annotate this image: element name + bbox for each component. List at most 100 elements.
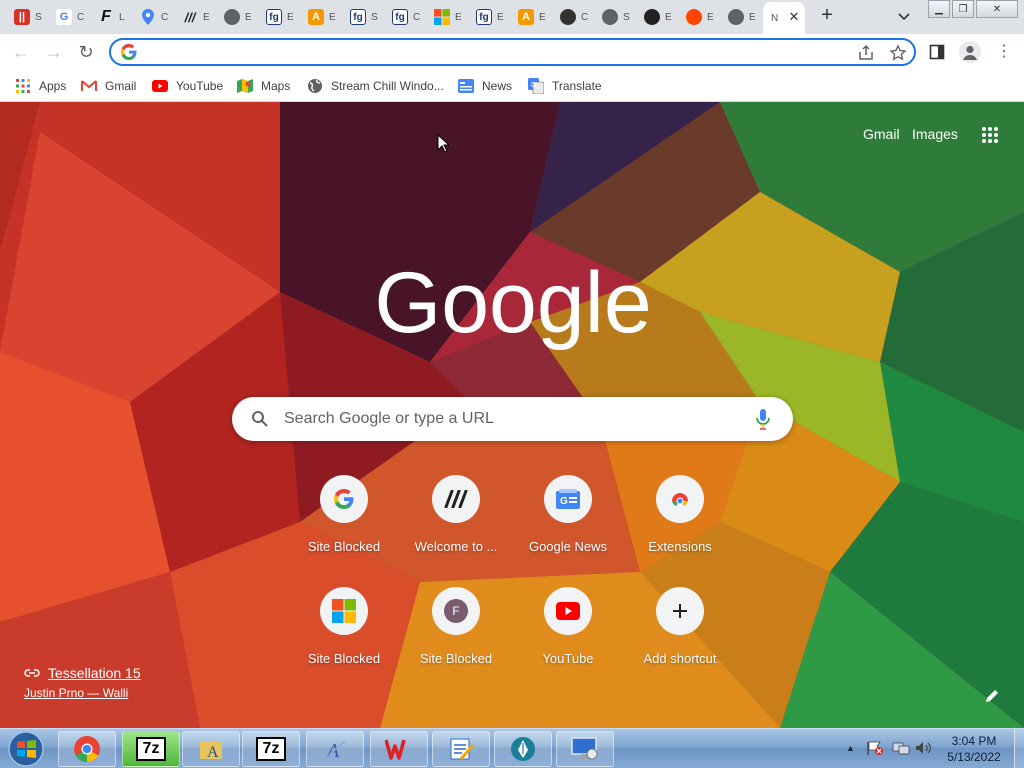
shortcut-site-blocked-microsoft[interactable]: Site Blocked (288, 587, 400, 687)
volume-icon[interactable] (914, 740, 932, 756)
network-icon[interactable] (892, 740, 910, 756)
tab-8[interactable]: A E (300, 4, 342, 30)
letter-f-icon: F (432, 587, 480, 635)
shortcut-youtube[interactable]: YouTube (512, 587, 624, 687)
slash-logo-icon (432, 475, 480, 523)
tab-2[interactable]: G C (48, 4, 90, 30)
side-panel-icon[interactable] (929, 44, 945, 60)
taskbar-wps[interactable] (370, 731, 428, 767)
shortcut-extensions[interactable]: Extensions (624, 475, 736, 575)
shortcut-add[interactable]: Add shortcut (624, 587, 736, 687)
profile-avatar-icon[interactable] (959, 41, 981, 63)
reload-button[interactable]: ↻ (76, 42, 96, 62)
show-desktop-button[interactable] (1014, 729, 1024, 768)
tab-title: E (749, 11, 756, 23)
tab-title: S (623, 11, 630, 23)
bookmark-gmail[interactable]: Gmail (81, 76, 136, 96)
tab-title: E (539, 11, 546, 23)
taskbar-notes[interactable] (432, 731, 490, 767)
bookmark-translate[interactable]: G Translate (528, 76, 602, 96)
pen-a-icon: A (324, 740, 346, 762)
microphone-icon[interactable] (754, 408, 772, 430)
bookmark-youtube[interactable]: YouTube (152, 76, 223, 96)
address-input[interactable] (145, 43, 835, 61)
images-link[interactable]: Images (912, 126, 958, 142)
tab-search-icon[interactable] (896, 8, 912, 24)
tab-4[interactable]: C (132, 4, 174, 30)
restore-button[interactable]: ❐ (952, 0, 974, 18)
tab-1[interactable]: || S (6, 4, 48, 30)
attribution-title-link[interactable]: Tessellation 15 (24, 665, 141, 681)
taskbar-pen-nib[interactable] (494, 731, 552, 767)
attribution-author-link[interactable]: Justin Prno — Walli (24, 686, 141, 700)
bookmark-maps[interactable]: Maps (237, 76, 290, 96)
wps-icon (385, 739, 406, 760)
forward-button[interactable]: → (44, 42, 64, 62)
close-window-button[interactable]: ✕ (976, 0, 1018, 18)
tab-title: E (497, 11, 504, 23)
action-center-flag-icon[interactable] (866, 740, 884, 756)
tab-11[interactable]: E (426, 4, 468, 30)
tab-active-new-tab[interactable]: N ✕ (763, 2, 805, 34)
address-bar[interactable] (109, 38, 916, 66)
bookmark-label: Apps (39, 79, 67, 93)
google-logo-text: Google (374, 258, 651, 351)
tab-5[interactable]: /// E (174, 4, 216, 30)
tab-12[interactable]: fg E (468, 4, 510, 30)
tab-16[interactable]: E (636, 4, 678, 30)
bookmark-star-icon[interactable] (889, 44, 907, 62)
attribution-title: Tessellation 15 (48, 665, 141, 681)
bookmark-stream-chill[interactable]: Stream Chill Windo... (307, 76, 444, 96)
search-box[interactable]: Search Google or type a URL (232, 397, 793, 441)
microsoft-icon (434, 9, 450, 25)
tab-10[interactable]: fg C (384, 4, 426, 30)
tab-title: S (371, 11, 378, 23)
tab-7[interactable]: fg E (258, 4, 300, 30)
taskbar-folder-a[interactable]: A (182, 731, 240, 767)
shortcut-google-news[interactable]: G Google News (512, 475, 624, 575)
bookmark-apps[interactable]: Apps (15, 76, 66, 96)
shortcut-site-blocked-google[interactable]: Site Blocked (288, 475, 400, 575)
microsoft-icon (320, 587, 368, 635)
minimize-button[interactable]: ▁ (928, 0, 950, 18)
start-button-icon[interactable] (6, 730, 46, 768)
gmail-link[interactable]: Gmail (863, 126, 900, 142)
tab-6[interactable]: E (216, 4, 258, 30)
taskbar-7zip[interactable]: 7z (122, 731, 180, 767)
customize-pencil-icon[interactable] (984, 688, 1000, 704)
bookmark-news[interactable]: News (458, 76, 512, 96)
tab-18[interactable]: E (720, 4, 762, 30)
bookmark-label: Stream Chill Windo... (331, 79, 444, 93)
tab-14[interactable]: C (552, 4, 594, 30)
tab-title: S (35, 11, 42, 23)
google-g-icon (121, 44, 137, 60)
taskbar-clock[interactable]: 3:04 PM 5/13/2022 (936, 733, 1012, 765)
google-apps-icon[interactable] (981, 126, 999, 144)
taskbar-7zip-2[interactable]: 7z (242, 731, 300, 767)
tab-13[interactable]: A E (510, 4, 552, 30)
chrome-icon (656, 475, 704, 523)
bookmark-label: News (482, 79, 513, 93)
taskbar-chrome[interactable] (58, 731, 116, 767)
google-g-icon: G (56, 9, 72, 25)
show-hidden-icons-icon[interactable]: ▲ (846, 743, 855, 753)
tab-title: E (707, 11, 714, 23)
tab-title: E (287, 11, 294, 23)
close-tab-icon[interactable]: ✕ (787, 10, 801, 24)
tab-9[interactable]: fg S (342, 4, 384, 30)
tab-17[interactable]: E (678, 4, 720, 30)
taskbar-monitor[interactable] (556, 731, 614, 767)
shortcut-site-blocked-f[interactable]: F Site Blocked (400, 587, 512, 687)
share-icon[interactable] (857, 44, 875, 62)
taskbar-pen-a[interactable]: A (306, 731, 364, 767)
tab-3[interactable]: F L (90, 4, 132, 30)
tab-15[interactable]: S (594, 4, 636, 30)
globe-icon (728, 9, 744, 25)
shortcut-welcome[interactable]: Welcome to ... (400, 475, 512, 575)
chrome-icon (74, 736, 100, 763)
back-button[interactable]: ← (11, 42, 31, 62)
maps-icon (237, 78, 253, 94)
new-tab-button[interactable]: + (817, 5, 837, 26)
menu-kebab-icon[interactable]: ⋮ (996, 42, 1012, 62)
reddit-icon (686, 9, 702, 25)
